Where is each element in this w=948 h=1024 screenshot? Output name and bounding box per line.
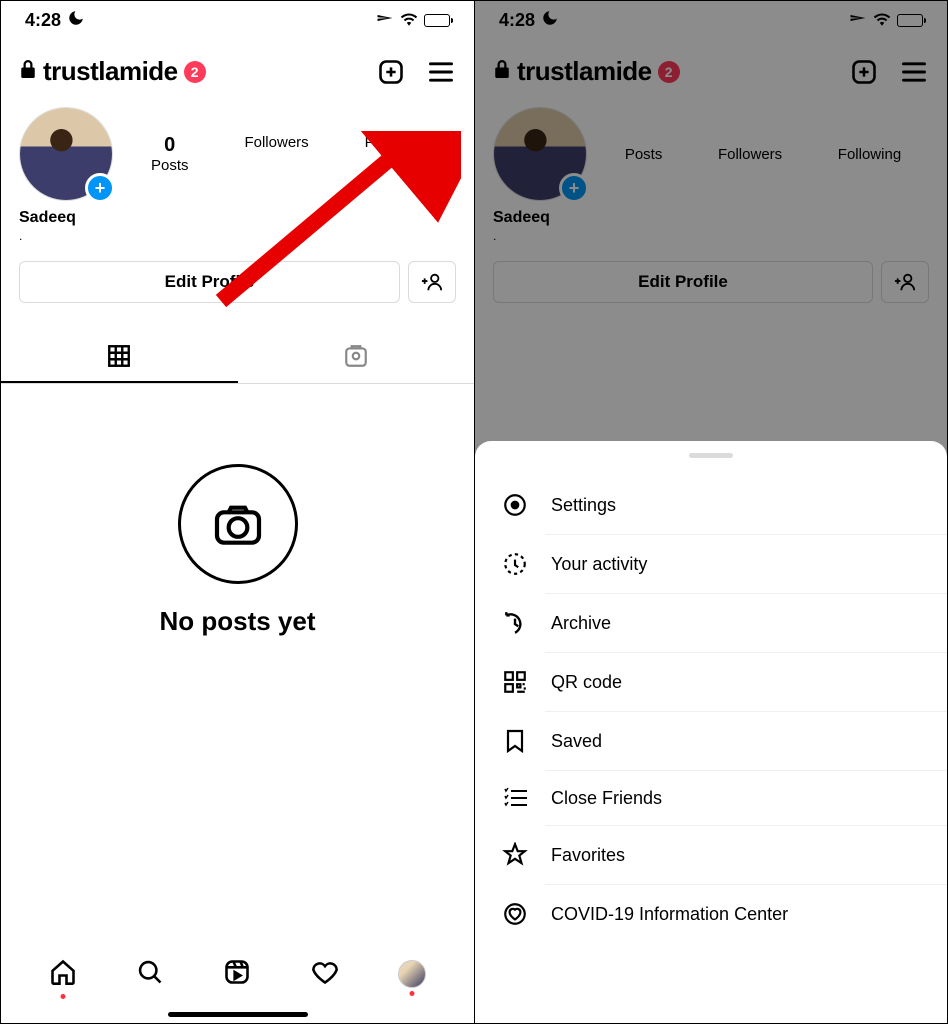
moon-icon (67, 9, 85, 32)
menu-item-label: COVID-19 Information Center (551, 904, 788, 925)
favorites-icon (501, 842, 529, 868)
qr-icon (501, 669, 529, 695)
hamburger-menu-button (899, 57, 929, 87)
empty-text: No posts yet (159, 606, 315, 637)
menu-item-settings[interactable]: Settings (475, 476, 947, 534)
menu-item-activity[interactable]: Your activity (475, 535, 947, 593)
nav-home[interactable] (49, 958, 77, 991)
activity-icon (501, 551, 529, 577)
menu-item-covid[interactable]: COVID-19 Information Center (475, 885, 947, 943)
wifi-icon (400, 10, 418, 31)
menu-item-favorites[interactable]: Favorites (475, 826, 947, 884)
covid-icon (501, 901, 529, 927)
avatar[interactable]: + (19, 107, 113, 201)
display-name: Sadeeq (19, 209, 76, 226)
menu-item-label: Your activity (551, 554, 647, 575)
sheet-handle[interactable] (689, 453, 733, 458)
menu-item-label: Archive (551, 613, 611, 634)
empty-state: No posts yet (1, 384, 474, 637)
followers-stat[interactable]: Followers (244, 134, 308, 174)
lock-icon (19, 58, 37, 85)
saved-icon (501, 728, 529, 754)
menu-item-label: QR code (551, 672, 622, 693)
discover-people-button[interactable] (408, 261, 456, 303)
settings-icon (501, 492, 529, 518)
menu-item-label: Close Friends (551, 788, 662, 809)
profile-header: trustlamide 2 (1, 36, 474, 97)
username[interactable]: trustlamide (43, 56, 178, 87)
airplane-icon (849, 9, 867, 32)
status-bar: 4:28 (475, 1, 947, 36)
close-friends-icon (501, 787, 529, 809)
phone-right: 4:28 trustlamide 2 + Posts (474, 1, 947, 1023)
create-button (849, 57, 879, 87)
edit-profile-button[interactable]: Edit Profile (19, 261, 400, 303)
status-time: 4:28 (25, 10, 61, 31)
battery-icon (424, 14, 450, 27)
add-story-button[interactable]: + (85, 173, 115, 203)
menu-item-archive[interactable]: Archive (475, 594, 947, 652)
menu-item-saved[interactable]: Saved (475, 712, 947, 770)
following-stat[interactable]: Following (365, 134, 428, 174)
menu-item-close-friends[interactable]: Close Friends (475, 771, 947, 825)
grid-tab[interactable] (1, 331, 238, 383)
airplane-icon (376, 9, 394, 32)
tagged-tab[interactable] (238, 331, 475, 383)
profile-tabs (1, 331, 474, 384)
archive-icon (501, 610, 529, 636)
battery-icon (897, 14, 923, 27)
hamburger-menu-button[interactable] (426, 57, 456, 87)
menu-item-label: Settings (551, 495, 616, 516)
lock-icon (493, 58, 511, 85)
posts-stat[interactable]: 0 Posts (151, 134, 189, 174)
phone-left: 4:28 trustlamide 2 (1, 1, 474, 1023)
nav-activity[interactable] (311, 958, 339, 991)
menu-item-qr[interactable]: QR code (475, 653, 947, 711)
status-bar: 4:28 (1, 1, 474, 36)
menu-item-label: Saved (551, 731, 602, 752)
menu-item-label: Favorites (551, 845, 625, 866)
home-indicator (168, 1012, 308, 1017)
nav-profile[interactable] (398, 960, 426, 988)
moon-icon (541, 9, 559, 32)
notification-badge: 2 (184, 61, 206, 83)
nav-reels[interactable] (223, 958, 251, 991)
menu-sheet: Settings Your activity Archive QR code Saved… (475, 441, 947, 1023)
status-time: 4:28 (499, 10, 535, 31)
create-button[interactable] (376, 57, 406, 87)
wifi-icon (873, 10, 891, 31)
nav-search[interactable] (136, 958, 164, 991)
bottom-nav (1, 943, 474, 1023)
